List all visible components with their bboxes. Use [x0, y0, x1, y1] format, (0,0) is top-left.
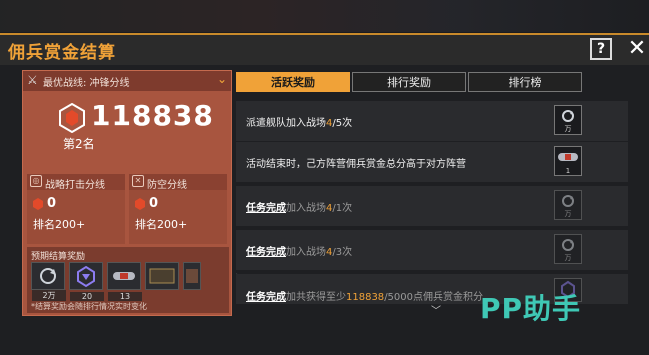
best-route-card: ⚔ 最优战线: 冲锋分线 ⌄ 118838 第2名 ◎ 战略打击分线 0 排名2…	[22, 70, 241, 316]
total-score: 118838	[91, 99, 214, 132]
tab-activity-rewards[interactable]: 活跃奖励	[236, 72, 350, 92]
reward-qty: 1	[565, 167, 571, 175]
title-bar: 佣兵赏金结算 ? ✕	[0, 33, 649, 65]
window-title: 佣兵赏金结算	[8, 43, 116, 63]
tab-bar: 活跃奖励 排行奖励 排行榜	[236, 72, 628, 92]
task-reward[interactable]: 万	[554, 190, 582, 220]
reward-qty: 20	[70, 292, 104, 301]
background-game-hud	[0, 0, 649, 32]
task-text: 任务完成加共获得至少118838/5000点佣兵赏金积分	[246, 292, 484, 303]
chevron-down-icon[interactable]: ⌄	[217, 72, 227, 86]
badge-icon	[77, 265, 95, 288]
reward-qty: 万	[564, 125, 572, 133]
reward-item-capsule[interactable]: 13	[107, 262, 142, 301]
reward-item-card[interactable]	[145, 262, 179, 290]
task-row: 派遣舰队加入战场4/5次 万	[236, 101, 628, 141]
card-icon	[149, 268, 175, 284]
close-button[interactable]: ✕	[626, 38, 648, 60]
sub-route-score: 0	[149, 196, 159, 211]
watermark: PP助手	[480, 292, 582, 325]
reward-qty: 2万	[32, 290, 66, 301]
sub-route-name: 战略打击分线	[45, 180, 105, 191]
reward-item-badge[interactable]: 20	[69, 262, 104, 301]
tab-rank-rewards[interactable]: 排行奖励	[352, 72, 466, 92]
rewards-note: *结算奖励会随排行情况实时变化	[31, 302, 147, 311]
scroll-down-icon[interactable]: ﹀	[431, 302, 441, 317]
expected-rewards: 预期结算奖励 2万 20 13 *结算奖励会随排行情况实时变化 ›	[27, 247, 241, 313]
capsule-icon	[113, 272, 135, 280]
task-reward[interactable]: 1	[554, 146, 582, 176]
reward-item-more[interactable]	[183, 262, 201, 290]
help-button[interactable]: ?	[590, 38, 612, 60]
refresh-icon	[562, 110, 574, 122]
item-icon	[186, 269, 198, 283]
capsule-icon	[558, 153, 578, 161]
task-text: 任务完成加入战场4/3次	[246, 247, 353, 258]
task-row: 活动结束时，己方阵营佣兵赏金总分高于对方阵营 1	[236, 142, 628, 182]
task-row-completed: 任务完成加入战场4/1次 万	[236, 186, 628, 226]
task-reward[interactable]: 万	[554, 234, 582, 264]
sub-route-score: 0	[47, 196, 57, 211]
reward-qty: 万	[564, 254, 572, 262]
bounty-hex-icon	[135, 198, 145, 210]
sword-icon: ⚔	[27, 73, 38, 87]
bounty-hex-icon	[33, 198, 43, 210]
route-header[interactable]: ⚔ 最优战线: 冲锋分线 ⌄	[23, 71, 231, 91]
antiair-icon: ✕	[132, 175, 144, 187]
sub-route-strike: ◎ 战略打击分线 0 排名200+	[27, 174, 125, 244]
task-reward[interactable]: 万	[554, 105, 582, 135]
task-text: 任务完成加入战场4/1次	[246, 203, 353, 214]
route-label: 最优战线: 冲锋分线	[43, 78, 130, 89]
reward-qty: 13	[108, 292, 142, 301]
task-text: 活动结束时，己方阵营佣兵赏金总分高于对方阵营	[246, 159, 466, 170]
refresh-icon	[562, 239, 574, 251]
refresh-icon	[40, 268, 56, 284]
sub-route-rank: 排名200+	[33, 218, 86, 231]
bounty-hex-icon	[59, 103, 85, 133]
tab-leaderboard[interactable]: 排行榜	[468, 72, 582, 92]
task-done-link[interactable]: 任务完成	[246, 247, 286, 258]
task-row-completed: 任务完成加入战场4/3次 万	[236, 230, 628, 270]
task-done-link[interactable]: 任务完成	[246, 292, 286, 303]
task-text: 派遣舰队加入战场4/5次	[246, 118, 353, 129]
reward-item-refresh[interactable]: 2万	[31, 262, 66, 301]
sub-route-air-defense: ✕ 防空分线 0 排名200+	[129, 174, 227, 244]
sub-route-rank: 排名200+	[135, 218, 188, 231]
rewards-header: 预期结算奖励	[31, 252, 86, 262]
refresh-icon	[562, 195, 574, 207]
total-rank: 第2名	[63, 137, 95, 151]
sub-route-name: 防空分线	[147, 180, 187, 191]
reward-qty: 万	[564, 210, 572, 218]
target-icon: ◎	[30, 175, 42, 187]
task-done-link[interactable]: 任务完成	[246, 203, 286, 214]
